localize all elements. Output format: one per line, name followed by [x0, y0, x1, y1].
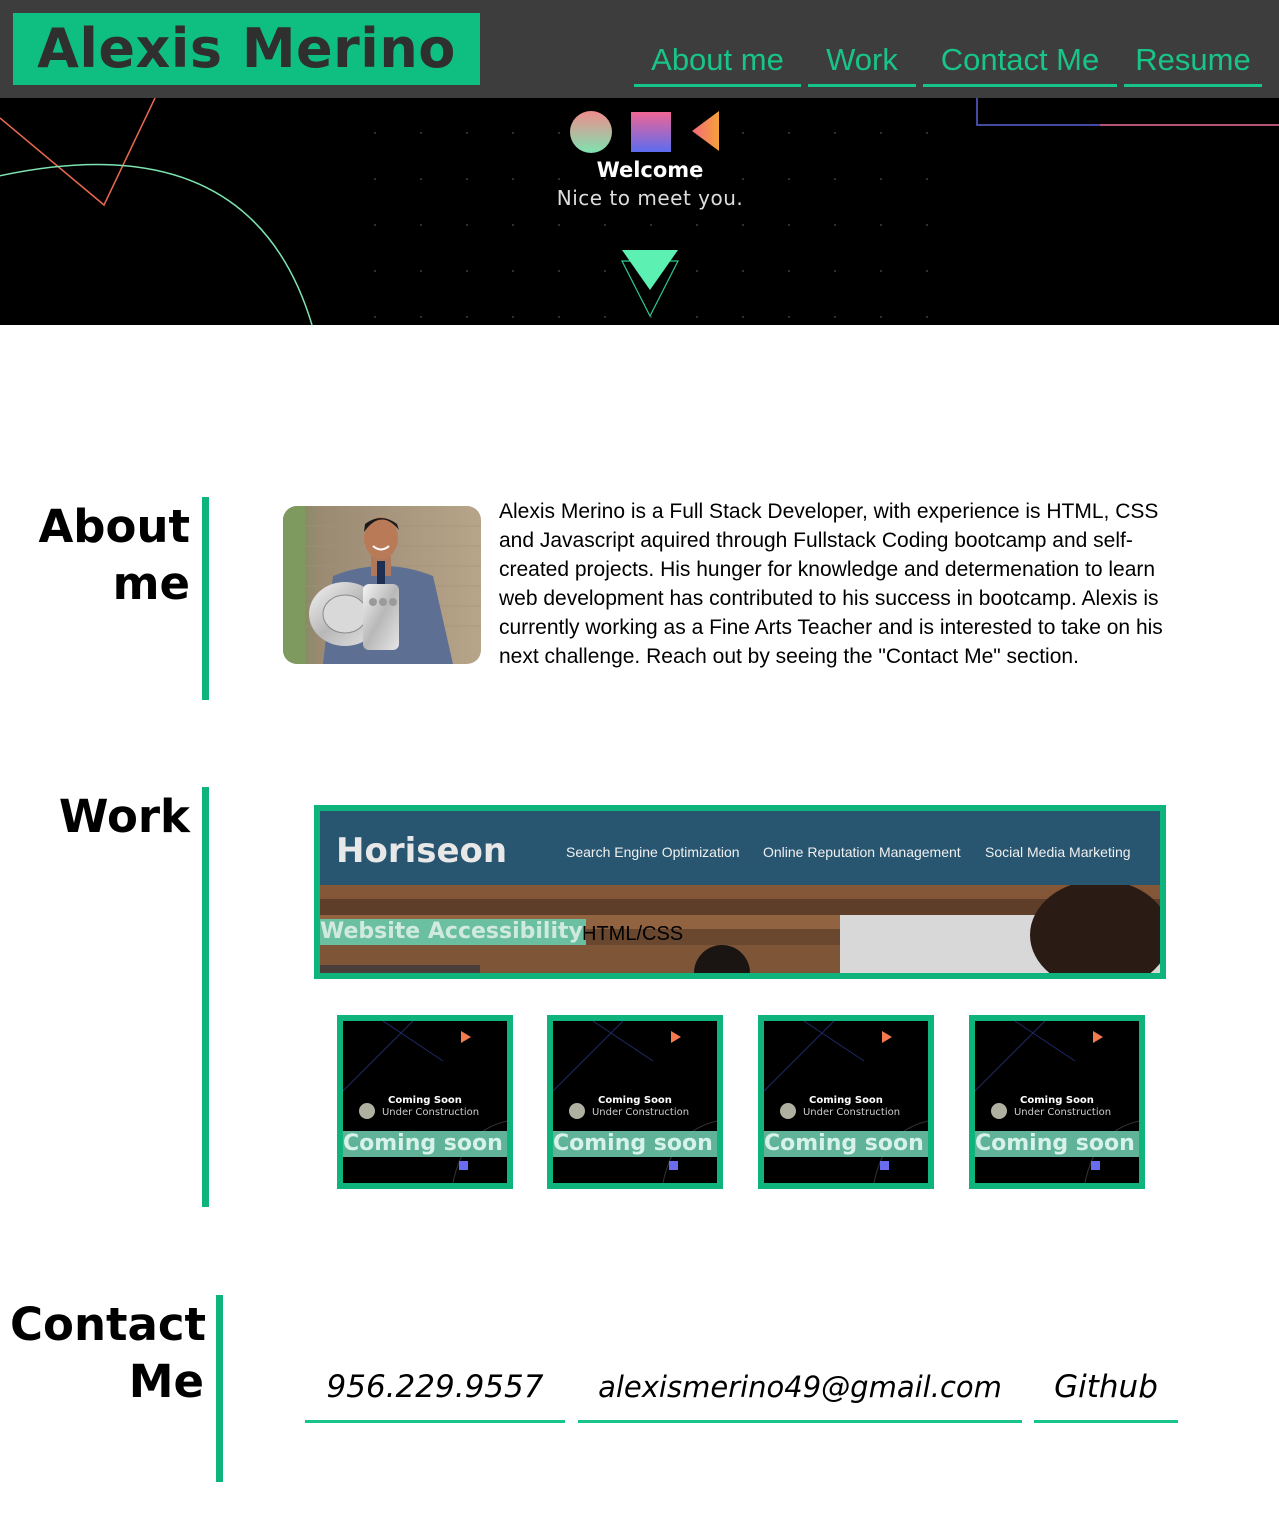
featured-project-tech: HTML/CSS — [582, 923, 684, 945]
contact-divider — [216, 1295, 223, 1482]
contact-heading-line2: Me — [128, 1355, 204, 1408]
tile-label[interactable]: Coming soon — [764, 1131, 928, 1157]
tile-label[interactable]: Coming soon — [975, 1131, 1139, 1157]
tile-thumb-subtitle: Under Construction — [802, 1107, 901, 1118]
nav-resume[interactable]: Resume — [1124, 38, 1262, 87]
profile-photo — [283, 506, 481, 664]
site-name[interactable]: Alexis Merino — [13, 17, 480, 81]
about-heading: About me — [20, 498, 190, 612]
project-tile-placeholder[interactable]: Coming Soon Under Construction Coming so… — [337, 1015, 513, 1189]
welcome-heading: Welcome — [596, 158, 704, 182]
featured-site-nav-item: Online Reputation Management — [763, 844, 961, 860]
work-divider — [202, 787, 209, 1207]
tile-label[interactable]: Coming soon — [343, 1131, 507, 1157]
contact-heading-line1: Contact — [10, 1298, 207, 1351]
tile-thumb-title: Coming Soon — [388, 1095, 462, 1106]
tile-thumb-subtitle: Under Construction — [381, 1107, 480, 1118]
contact-heading: Contact Me — [10, 1296, 207, 1410]
nav-work[interactable]: Work — [808, 38, 916, 87]
featured-site-nav-item: Social Media Marketing — [985, 844, 1131, 860]
about-heading-line1: About — [38, 500, 190, 553]
about-bio: Alexis Merino is a Full Stack Developer,… — [499, 500, 1163, 668]
greeting-text: Nice to meet you. — [556, 186, 744, 210]
contact-phone-link[interactable]: 956.229.9557 — [305, 1355, 565, 1423]
featured-project-title[interactable]: Website Accessibility — [320, 919, 586, 945]
featured-site-nav-item: Search Engine Optimization — [566, 844, 740, 860]
circle-shape-icon — [570, 111, 612, 153]
contact-email-link[interactable]: alexismerino49@gmail.com — [578, 1355, 1022, 1423]
tile-thumb-subtitle: Under Construction — [1013, 1107, 1112, 1118]
contact-github-link[interactable]: Github — [1034, 1355, 1178, 1423]
nav-about-me[interactable]: About me — [634, 38, 801, 87]
project-tile-placeholder[interactable]: Coming Soon Under Construction Coming so… — [969, 1015, 1145, 1189]
work-heading: Work — [58, 790, 190, 843]
featured-project-card[interactable]: Horiseon Search Engine Optimization Onli… — [314, 805, 1166, 979]
tile-thumb-subtitle: Under Construction — [591, 1107, 690, 1118]
project-tile-placeholder[interactable]: Coming Soon Under Construction Coming so… — [758, 1015, 934, 1189]
site-header: Alexis Merino About me Work Contact Me R… — [0, 0, 1279, 98]
square-shape-icon — [631, 112, 671, 152]
tile-label[interactable]: Coming soon — [553, 1131, 717, 1157]
about-heading-line2: me — [112, 557, 190, 610]
site-logo[interactable]: Alexis Merino — [13, 13, 480, 85]
featured-site-logo: Horiseon — [336, 831, 508, 871]
about-divider — [202, 497, 209, 700]
tile-thumb-title: Coming Soon — [598, 1095, 672, 1106]
featured-project-screenshot-nav: Horiseon Search Engine Optimization Onli… — [320, 811, 1160, 885]
project-tile-placeholder[interactable]: Coming Soon Under Construction Coming so… — [547, 1015, 723, 1189]
tile-thumb-title: Coming Soon — [1020, 1095, 1094, 1106]
hero-background-graphic — [0, 98, 1279, 325]
tile-thumb-title: Coming Soon — [809, 1095, 883, 1106]
hero-banner: Welcome Nice to meet you. — [0, 98, 1279, 325]
nav-contact-me[interactable]: Contact Me — [923, 38, 1117, 87]
